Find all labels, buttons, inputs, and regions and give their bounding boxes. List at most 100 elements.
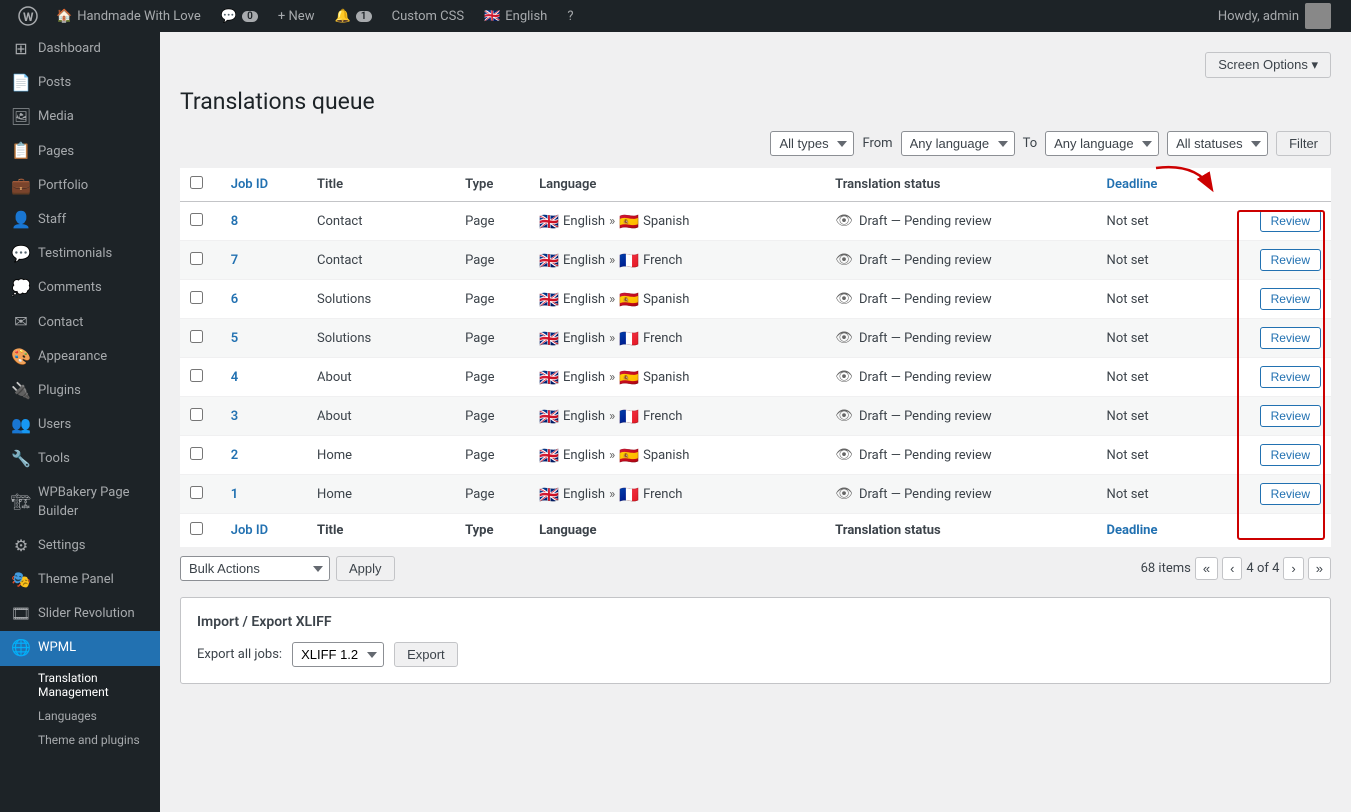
- screen-options-bar: Screen Options ▾: [180, 52, 1331, 78]
- review-button[interactable]: Review: [1260, 366, 1321, 388]
- type-cell: Page: [455, 319, 529, 358]
- job-id-cell[interactable]: 4: [231, 370, 238, 385]
- source-flag: 🇬🇧: [539, 329, 559, 348]
- status-text: Draft — Pending review: [859, 487, 992, 502]
- flag-icon: 🇬🇧: [484, 9, 500, 24]
- user-info[interactable]: Howdy, admin: [1208, 3, 1341, 29]
- row-checkbox[interactable]: [190, 330, 203, 343]
- sidebar-item-dashboard[interactable]: ⊞ Dashboard: [0, 32, 160, 66]
- last-page-button[interactable]: »: [1308, 557, 1331, 580]
- posts-icon: 📄: [12, 74, 30, 92]
- sidebar-item-users[interactable]: 👥 Users: [0, 408, 160, 442]
- jobid-col-header[interactable]: Job ID: [231, 177, 268, 192]
- status-filter[interactable]: All statuses: [1167, 131, 1268, 156]
- source-flag: 🇬🇧: [539, 407, 559, 426]
- from-language-filter[interactable]: Any language: [901, 131, 1015, 156]
- status-text: Draft — Pending review: [859, 292, 992, 307]
- review-button[interactable]: Review: [1260, 327, 1321, 349]
- job-id-cell[interactable]: 7: [231, 253, 238, 268]
- sidebar-item-staff[interactable]: 👤 Staff: [0, 203, 160, 237]
- job-id-cell[interactable]: 1: [231, 487, 238, 502]
- sidebar-item-portfolio[interactable]: 💼 Portfolio: [0, 169, 160, 203]
- review-button[interactable]: Review: [1260, 483, 1321, 505]
- staff-icon: 👤: [12, 211, 30, 229]
- select-all-checkbox[interactable]: [190, 176, 203, 189]
- site-name[interactable]: 🏠 Handmade With Love: [46, 0, 211, 32]
- submenu-item-translation-management[interactable]: Translation Management: [0, 666, 160, 704]
- action-cell: Review: [1220, 436, 1331, 475]
- arrow-icon: »: [609, 292, 615, 307]
- comments-link[interactable]: 💬 0: [211, 0, 268, 32]
- sidebar-item-comments[interactable]: 💭 Comments: [0, 271, 160, 305]
- source-lang: English: [563, 487, 605, 502]
- deadline-cell: Not set: [1097, 436, 1220, 475]
- notifications[interactable]: 🔔 1: [324, 0, 381, 32]
- prev-page-button[interactable]: ‹: [1222, 557, 1242, 580]
- submenu-item-languages[interactable]: Languages: [0, 704, 160, 728]
- row-checkbox[interactable]: [190, 252, 203, 265]
- first-page-button[interactable]: «: [1195, 557, 1218, 580]
- source-flag: 🇬🇧: [539, 290, 559, 309]
- sidebar-item-themepanel[interactable]: 🎭 Theme Panel: [0, 563, 160, 597]
- next-page-button[interactable]: ›: [1283, 557, 1303, 580]
- sidebar-item-posts[interactable]: 📄 Posts: [0, 66, 160, 100]
- type-filter[interactable]: All types: [770, 131, 854, 156]
- review-button[interactable]: Review: [1260, 210, 1321, 232]
- jobid-footer-header[interactable]: Job ID: [231, 523, 268, 538]
- review-button[interactable]: Review: [1260, 249, 1321, 271]
- sidebar-item-pages[interactable]: 📋 Pages: [0, 135, 160, 169]
- submenu-item-theme-plugins[interactable]: Theme and plugins: [0, 728, 160, 752]
- sidebar-item-wpml[interactable]: 🌐 WPML: [0, 631, 160, 665]
- new-content[interactable]: + New: [268, 0, 325, 32]
- sidebar-item-tools[interactable]: 🔧 Tools: [0, 442, 160, 476]
- sidebar-item-media[interactable]: 🖼 Media: [0, 100, 160, 134]
- row-checkbox[interactable]: [190, 447, 203, 460]
- to-language-filter[interactable]: Any language: [1045, 131, 1159, 156]
- row-checkbox[interactable]: [190, 213, 203, 226]
- target-flag: 🇫🇷: [619, 251, 639, 270]
- sidebar-item-sliderrev[interactable]: 🎞 Slider Revolution: [0, 597, 160, 631]
- eye-icon: 👁: [835, 252, 853, 268]
- row-checkbox[interactable]: [190, 369, 203, 382]
- wp-logo[interactable]: W: [10, 0, 46, 32]
- sidebar-item-contact[interactable]: ✉ Contact: [0, 306, 160, 340]
- sidebar-item-settings[interactable]: ⚙ Settings: [0, 529, 160, 563]
- review-button[interactable]: Review: [1260, 444, 1321, 466]
- bell-icon: 🔔: [334, 9, 350, 24]
- row-checkbox[interactable]: [190, 486, 203, 499]
- themepanel-icon: 🎭: [12, 571, 30, 589]
- sidebar-item-appearance[interactable]: 🎨 Appearance: [0, 340, 160, 374]
- language-switcher[interactable]: 🇬🇧 English: [474, 0, 557, 32]
- select-all-footer-checkbox[interactable]: [190, 522, 203, 535]
- export-format-select[interactable]: XLIFF 1.2: [292, 642, 384, 667]
- review-button[interactable]: Review: [1260, 405, 1321, 427]
- job-id-cell[interactable]: 2: [231, 448, 238, 463]
- sidebar-item-plugins[interactable]: 🔌 Plugins: [0, 374, 160, 408]
- comments-icon: 💬: [221, 9, 237, 24]
- row-checkbox[interactable]: [190, 291, 203, 304]
- job-id-cell[interactable]: 3: [231, 409, 238, 424]
- screen-options-button[interactable]: Screen Options ▾: [1205, 52, 1331, 78]
- job-id-cell[interactable]: 5: [231, 331, 238, 346]
- title-col-header: Title: [307, 168, 455, 202]
- job-id-cell[interactable]: 8: [231, 214, 238, 229]
- row-checkbox[interactable]: [190, 408, 203, 421]
- language-cell: 🇬🇧 English » 🇫🇷 French: [529, 397, 825, 436]
- deadline-col-header[interactable]: Deadline: [1107, 177, 1158, 192]
- dashboard-icon: ⊞: [12, 40, 30, 58]
- custom-css[interactable]: Custom CSS: [382, 0, 474, 32]
- language-cell: 🇬🇧 English » 🇪🇸 Spanish: [529, 358, 825, 397]
- apply-button[interactable]: Apply: [336, 556, 395, 581]
- title-cell: Home: [307, 436, 455, 475]
- help-link[interactable]: ?: [557, 0, 583, 32]
- sidebar-item-wpbakery[interactable]: 🏗 WPBakery Page Builder: [0, 476, 160, 528]
- wpml-icon: 🌐: [12, 639, 30, 657]
- sidebar-item-testimonials[interactable]: 💬 Testimonials: [0, 237, 160, 271]
- filter-button[interactable]: Filter: [1276, 131, 1331, 156]
- target-lang: Spanish: [643, 292, 689, 307]
- bulk-actions-select[interactable]: Bulk Actions: [180, 556, 330, 581]
- review-button[interactable]: Review: [1260, 288, 1321, 310]
- export-button[interactable]: Export: [394, 642, 458, 667]
- deadline-cell: Not set: [1097, 202, 1220, 241]
- job-id-cell[interactable]: 6: [231, 292, 238, 307]
